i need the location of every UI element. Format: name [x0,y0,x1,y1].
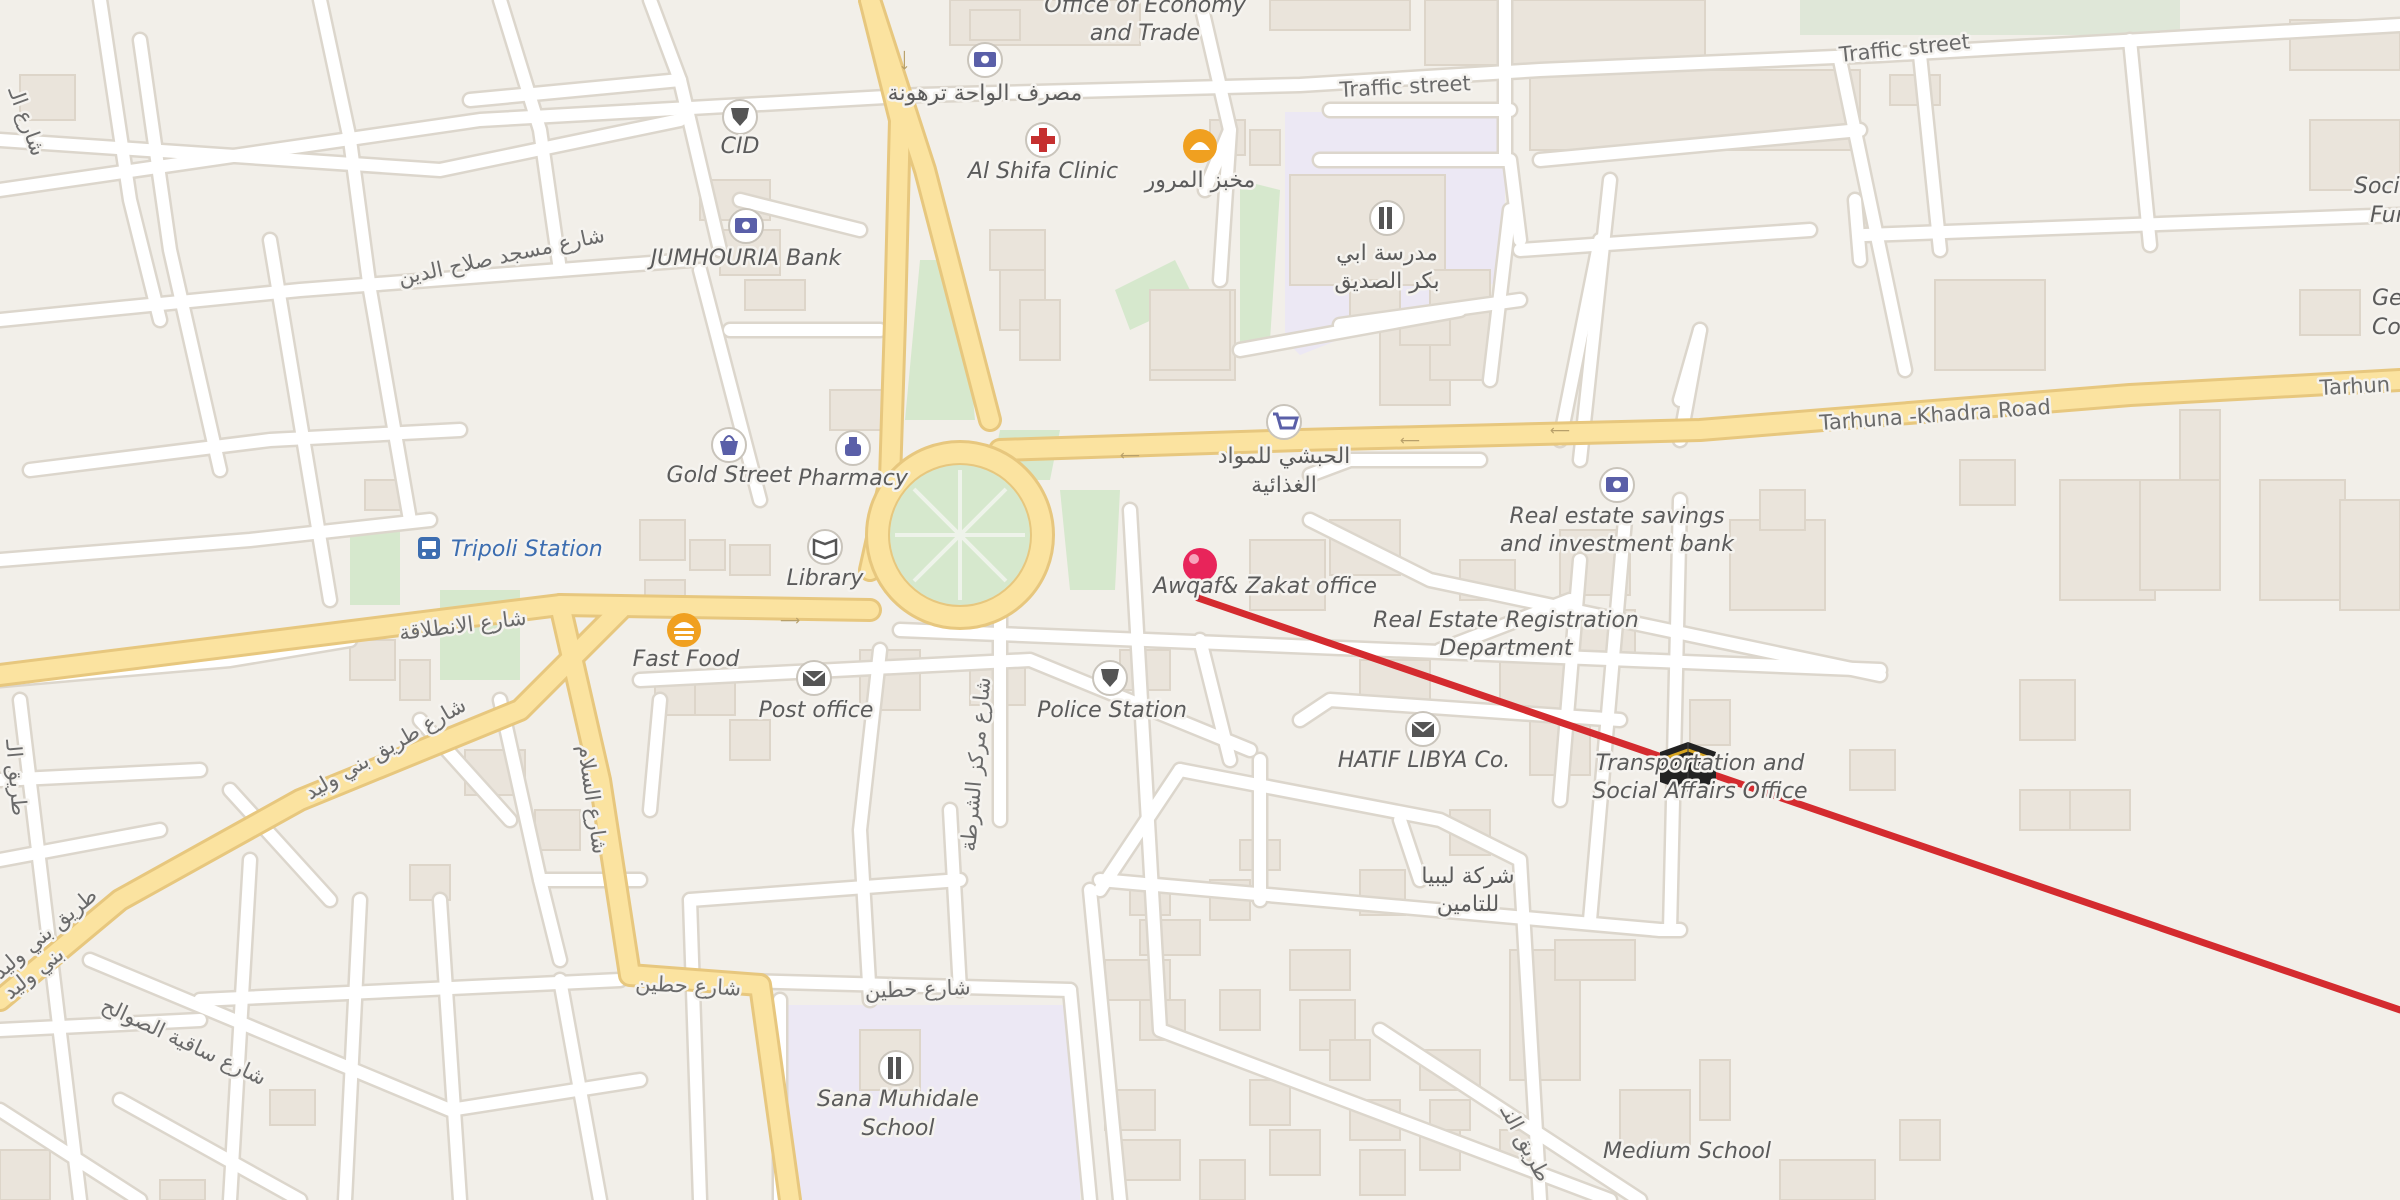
poi-label-station: Tripoli Station [451,537,603,562]
school-icon[interactable] [1369,200,1405,236]
poi-label: Department [1439,636,1574,661]
poi-label: Fast Food [633,647,741,672]
poi-label: Real Estate Registration [1373,608,1639,633]
road-label-hittin: شارع حطين [864,975,971,1003]
post-icon[interactable] [796,660,832,696]
poi-label: Co [2372,315,2400,340]
poi-label: CID [721,134,760,159]
post-icon[interactable] [1405,711,1441,747]
poi-label: Al Shifa Clinic [966,159,1118,184]
poi-label: Library [787,566,865,591]
road-label-police: شارع مركز الشرطة [956,676,995,852]
poi-label: Gold Street [667,463,793,488]
poi-label: Real estate savings [1509,504,1724,529]
poi-label: مدرسة ابي [1336,241,1438,266]
poi-label: الحبشي للمواد [1218,444,1351,469]
poi-label: JUMHOURIA Bank [647,246,843,271]
poi-label: Office of Economy [1044,0,1246,18]
svg-text:⟵: ⟵ [1400,433,1420,449]
poi-label: Genera [2372,286,2400,311]
svg-text:⟵: ⟵ [1550,423,1570,439]
poi-label: Social Affairs Office [1592,779,1807,804]
shopping-bag-icon[interactable] [711,427,747,463]
poi-label: Medium School [1603,1139,1771,1164]
poi-label: مخبز المرور [1144,168,1256,193]
poi-label: Post office [759,698,874,723]
poi-label: Awqaf& Zakat office [1151,574,1377,599]
bakery-icon[interactable] [1183,129,1217,163]
poi-label: مصرف الواحة ترهونة [888,81,1083,106]
svg-text:⟶: ⟶ [780,613,800,629]
bank-icon[interactable] [728,208,764,244]
map-canvas[interactable]: ⟵ ⟵ ⟵ ⟶ ⟶ Traffic street Traffic street … [0,0,2400,1200]
poi-label: and Trade [1090,21,1200,46]
poi-label: Sana Muhidale [817,1087,979,1112]
clinic-icon[interactable] [1025,122,1061,158]
school-icon[interactable] [878,1050,914,1086]
poi-label: Social Sec [2354,174,2400,199]
poi-label: بكر الصديق [1334,269,1439,294]
bank-icon[interactable] [1599,467,1635,503]
supermarket-icon[interactable] [1266,404,1302,440]
poi-label: للتامين [1437,892,1500,917]
poi-label: and investment bank [1500,532,1735,557]
bank-icon[interactable] [967,42,1003,78]
poi-label: شركة ليبيا [1421,864,1514,889]
poi-label: Police Station [1037,698,1187,723]
poi-label: School [861,1116,934,1141]
police-icon[interactable] [1092,660,1128,696]
police-icon[interactable] [722,99,758,135]
bus-icon[interactable] [418,537,440,559]
library-icon[interactable] [807,529,843,565]
poi-label: Transportation and [1596,751,1806,776]
poi-label: HATIF LIBYA Co. [1338,748,1511,773]
map-view[interactable]: ⟵ ⟵ ⟵ ⟶ ⟶ Traffic street Traffic street … [0,0,2400,1200]
pharmacy-icon[interactable] [835,430,871,466]
svg-text:⟶: ⟶ [896,50,912,70]
park-area [1800,0,2180,35]
poi-label: Fun [2370,203,2400,228]
road-label-hittin: شارع حطين [635,971,742,1001]
fast-food-icon[interactable] [667,613,701,647]
poi-label: Pharmacy [798,466,909,491]
road-label-tarhuna: Tarhun [2318,372,2391,400]
svg-text:⟵: ⟵ [1120,448,1140,464]
poi-label: الغذائية [1251,473,1317,498]
